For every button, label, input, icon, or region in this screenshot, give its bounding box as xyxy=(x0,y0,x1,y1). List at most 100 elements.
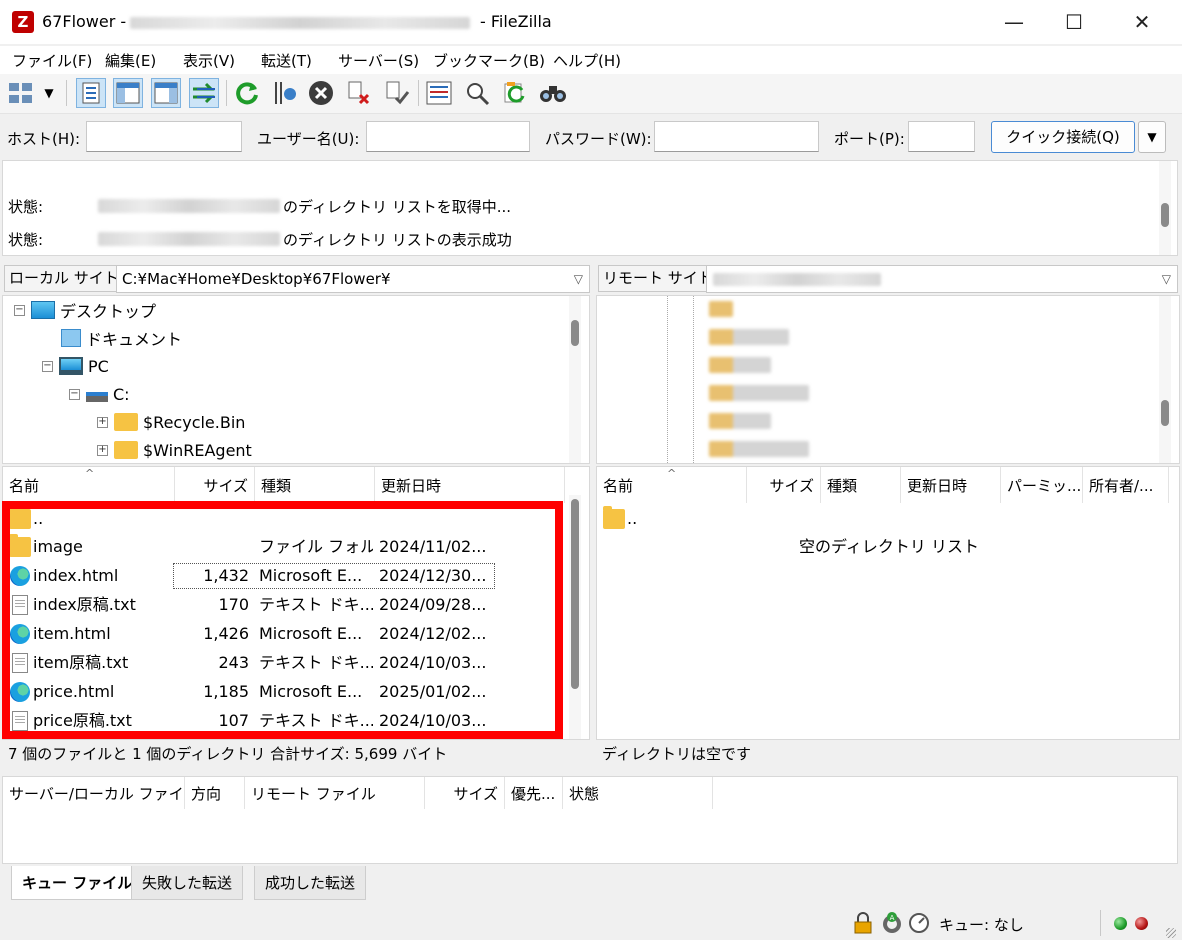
file-row[interactable]: image ファイル フォル... 2024/11/02... xyxy=(3,533,563,561)
column-header-type[interactable]: 種類 xyxy=(821,467,901,503)
local-tree-scrollbar[interactable] xyxy=(569,296,581,463)
remote-file-list[interactable]: 名前 ^ サイズ 種類 更新日時 パーミッ... 所有者/... .. 空のディ… xyxy=(596,466,1180,740)
tab-failed-transfers[interactable]: 失敗した転送 xyxy=(131,866,244,900)
local-directory-tree[interactable]: − デスクトップ ドキュメント − PC − C: + $Recycle.Bin… xyxy=(2,295,590,464)
local-list-scrollbar[interactable] xyxy=(569,495,581,739)
chevron-down-icon[interactable]: ▽ xyxy=(1162,266,1171,292)
search-remote-files-icon[interactable] xyxy=(538,78,568,108)
file-row[interactable]: index原稿.txt 170 テキスト ドキ... 2024/09/28... xyxy=(3,591,563,619)
menu-file[interactable]: ファイル(F) xyxy=(12,50,92,71)
tab-successful-transfers[interactable]: 成功した転送 xyxy=(254,866,367,900)
file-row[interactable]: .. xyxy=(597,505,1157,533)
redacted-remote-folder[interactable] xyxy=(709,385,809,401)
queue-column-priority[interactable]: 優先... xyxy=(505,777,563,809)
tree-item-drive-c[interactable]: − C: xyxy=(69,382,130,406)
minimize-button[interactable]: — xyxy=(984,0,1044,44)
local-list-scrollbar-thumb[interactable] xyxy=(571,499,579,689)
menu-transfer[interactable]: 転送(T) xyxy=(261,50,312,71)
column-header-size[interactable]: サイズ xyxy=(175,467,255,503)
disconnect-icon[interactable] xyxy=(344,78,374,108)
file-row[interactable]: item原稿.txt 243 テキスト ドキ... 2024/10/03... xyxy=(3,649,563,677)
remote-tree-scrollbar-thumb[interactable] xyxy=(1161,400,1169,426)
tree-item-recycle-bin[interactable]: + $Recycle.Bin xyxy=(97,410,245,434)
log-scrollbar-thumb[interactable] xyxy=(1161,203,1169,227)
column-header-permissions[interactable]: パーミッ... xyxy=(1001,467,1083,503)
tab-queued-files[interactable]: キュー ファイル xyxy=(11,866,144,900)
toggle-log-icon[interactable] xyxy=(76,78,106,108)
reconnect-icon[interactable] xyxy=(382,78,412,108)
gauge-icon[interactable] xyxy=(908,912,930,934)
redacted-remote-folder[interactable] xyxy=(709,329,789,345)
quickconnect-history-dropdown[interactable]: ▼ xyxy=(1138,121,1166,153)
file-type: ファイル フォル... xyxy=(259,537,373,556)
tree-item-desktop[interactable]: − デスクトップ xyxy=(14,298,156,322)
cancel-operation-icon[interactable] xyxy=(306,78,336,108)
close-button[interactable]: ✕ xyxy=(1112,0,1172,44)
file-row-selected[interactable]: index.html 1,432 Microsoft E... 2024/12/… xyxy=(3,562,563,590)
host-input[interactable] xyxy=(86,121,242,152)
password-input[interactable] xyxy=(654,121,819,152)
column-header-modified[interactable]: 更新日時 xyxy=(901,467,1001,503)
menu-help[interactable]: ヘルプ(H) xyxy=(553,50,621,71)
site-manager-dropdown-icon[interactable]: ▼ xyxy=(38,78,60,108)
file-row[interactable]: item.html 1,426 Microsoft E... 2024/12/0… xyxy=(3,620,563,648)
quickconnect-button[interactable]: クイック接続(Q) xyxy=(991,121,1135,153)
maximize-button[interactable]: ☐ xyxy=(1044,0,1104,44)
menu-edit[interactable]: 編集(E) xyxy=(105,50,156,71)
local-file-list[interactable]: 名前 ^ サイズ 種類 更新日時 .. image ファイル フォル... 20… xyxy=(2,466,590,740)
redacted-remote-folder[interactable] xyxy=(709,301,733,317)
collapse-icon[interactable]: − xyxy=(14,304,25,316)
queue-column-remote-file[interactable]: リモート ファイル xyxy=(245,777,425,809)
queue-column-direction[interactable]: 方向 xyxy=(185,777,245,809)
toggle-local-tree-icon[interactable] xyxy=(113,78,143,108)
toggle-queue-icon[interactable] xyxy=(189,78,219,108)
username-input[interactable] xyxy=(366,121,530,152)
local-tree-scrollbar-thumb[interactable] xyxy=(571,320,579,346)
tree-item-documents[interactable]: ドキュメント xyxy=(61,326,182,350)
chevron-down-icon[interactable]: ▽ xyxy=(574,266,583,292)
menu-view[interactable]: 表示(V) xyxy=(183,50,235,71)
remote-path-combobox[interactable]: ▽ xyxy=(706,265,1178,293)
redacted-remote-folder[interactable] xyxy=(709,357,771,373)
remote-tree-scrollbar[interactable] xyxy=(1159,296,1171,463)
toggle-remote-tree-icon[interactable] xyxy=(151,78,181,108)
speed-limit-icon[interactable]: A xyxy=(880,912,904,934)
collapse-icon[interactable]: − xyxy=(42,360,53,372)
port-input[interactable] xyxy=(908,121,975,152)
file-row[interactable]: .. xyxy=(3,505,563,533)
tree-item-pc[interactable]: − PC xyxy=(42,354,109,378)
file-row[interactable]: price原稿.txt 107 テキスト ドキ... 2024/10/03... xyxy=(3,707,563,735)
refresh-icon[interactable] xyxy=(232,78,262,108)
queue-column-status[interactable]: 状態 xyxy=(563,777,713,809)
tree-item-winreagent[interactable]: + $WinREAgent xyxy=(97,438,252,462)
sort-ascending-icon: ^ xyxy=(85,467,95,480)
site-manager-icon[interactable] xyxy=(6,78,36,108)
column-header-modified[interactable]: 更新日時 xyxy=(375,467,565,503)
column-header-size[interactable]: サイズ xyxy=(747,467,821,503)
redacted-remote-folder[interactable] xyxy=(709,413,771,429)
compare-directories-icon[interactable] xyxy=(462,78,492,108)
menu-bookmarks[interactable]: ブックマーク(B) xyxy=(433,50,545,71)
column-header-type[interactable]: 種類 xyxy=(255,467,375,503)
file-modified: 2024/11/02... xyxy=(379,537,487,556)
file-row[interactable]: price.html 1,185 Microsoft E... 2025/01/… xyxy=(3,678,563,706)
file-type: Microsoft E... xyxy=(259,566,363,585)
expand-icon[interactable]: + xyxy=(97,416,108,428)
toolbar: ▼ xyxy=(0,74,1182,114)
redacted-remote-folder[interactable] xyxy=(709,441,809,457)
log-scrollbar[interactable] xyxy=(1159,161,1171,255)
message-log[interactable]: 状態: のディレクトリ リストを取得中... 状態: のディレクトリ リストの表… xyxy=(2,160,1178,256)
local-path-combobox[interactable]: C:¥Mac¥Home¥Desktop¥67Flower¥ ▽ xyxy=(116,265,590,293)
menu-server[interactable]: サーバー(S) xyxy=(338,50,419,71)
queue-column-size[interactable]: サイズ xyxy=(425,777,505,809)
collapse-icon[interactable]: − xyxy=(69,388,80,400)
expand-icon[interactable]: + xyxy=(97,444,108,456)
queue-column-local-file[interactable]: サーバー/ローカル ファイ... xyxy=(3,777,185,809)
remote-directory-tree[interactable] xyxy=(596,295,1180,464)
resize-grip-icon[interactable] xyxy=(1166,928,1176,938)
directory-listing-filters-icon[interactable] xyxy=(424,78,454,108)
synchronized-browsing-icon[interactable] xyxy=(500,78,530,108)
column-header-owner[interactable]: 所有者/... xyxy=(1083,467,1169,503)
transfer-queue[interactable]: サーバー/ローカル ファイ... 方向 リモート ファイル サイズ 優先... … xyxy=(2,776,1178,864)
process-queue-icon[interactable] xyxy=(270,78,300,108)
